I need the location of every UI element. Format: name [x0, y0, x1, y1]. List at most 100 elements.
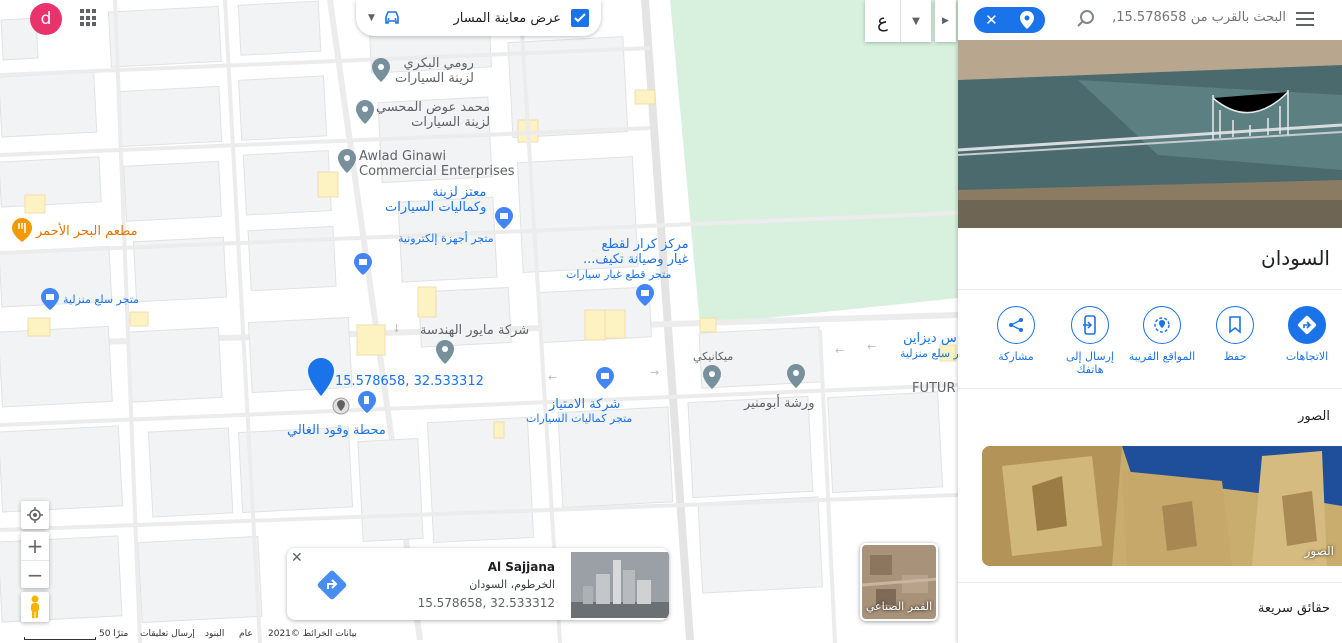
menu-icon[interactable] [1296, 12, 1314, 26]
map-streets [0, 0, 958, 643]
poi-pin-icon[interactable] [787, 364, 805, 388]
directions-button[interactable]: الاتجاهات [1270, 306, 1342, 363]
poi-label-mechanic[interactable]: ميكانيكي [693, 349, 733, 364]
place-name: السودان [1261, 246, 1330, 270]
search-chip[interactable]: ✕ [974, 7, 1045, 33]
shopping-bag-icon[interactable] [596, 367, 614, 389]
place-card-title[interactable]: Al Sajjana [488, 560, 555, 574]
place-marker-icon[interactable] [332, 397, 350, 415]
map-footer: 50 مترًا إرسال تعليقات البنود عام بيانات… [0, 627, 958, 643]
poi-pin-icon[interactable] [436, 340, 454, 364]
scale-label[interactable]: 50 مترًا [99, 629, 128, 639]
poi-pin-icon[interactable] [372, 58, 390, 82]
share-button[interactable]: مشاركة [979, 306, 1053, 363]
poi-label-mayor[interactable]: شركة مايور الهندسة [420, 323, 529, 338]
divider [958, 582, 1342, 583]
divider [958, 388, 1342, 389]
chevron-down-icon[interactable]: ▼ [368, 13, 375, 23]
restaurant-pin-icon[interactable] [12, 218, 32, 242]
language-switcher[interactable]: ع ▼ [865, 0, 931, 42]
save-label: حفظ [1223, 350, 1247, 363]
poi-pin-icon[interactable] [703, 365, 721, 389]
search-icon[interactable] [1076, 9, 1096, 29]
share-icon [1009, 318, 1023, 332]
nearby-icon [1154, 317, 1170, 333]
terms-link[interactable]: البنود [205, 629, 224, 639]
poi-category-dizain: متجر سلع منزلية [900, 347, 958, 360]
pegman-button[interactable] [21, 592, 49, 622]
poi-label-karar[interactable]: مركز كرار لقطع غيار وصيانة تكيف... [583, 237, 689, 267]
poi-label-line: وكماليات السيارات [385, 200, 487, 215]
send-feedback-link[interactable]: إرسال تعليقات [140, 629, 195, 639]
my-location-button[interactable] [21, 501, 49, 529]
dropped-pin-label[interactable]: 15.578658, 32.533312 [335, 374, 484, 389]
photo-thumbnail [982, 446, 1342, 566]
quick-facts-heading: حقائق سريعة [1257, 601, 1330, 616]
poi-label-line: مركز كرار لقطع [601, 237, 689, 252]
poi-label-fuel[interactable]: محطة وقود الغالي [287, 423, 386, 438]
dropped-pin-icon[interactable] [308, 358, 334, 396]
poi-label-line: محمد عوض المحسي [376, 100, 491, 115]
language-label[interactable]: ع [865, 0, 901, 42]
poi-label-abumneer[interactable]: ورشة أبومنير [744, 396, 814, 411]
directions-icon[interactable] [317, 570, 347, 600]
zoom-control: + − [21, 532, 49, 588]
nearby-label: المواقع القريبة [1128, 350, 1196, 363]
poi-label-rumi[interactable]: رومي البكري لزينة السيارات [395, 56, 474, 86]
apps-grid-icon[interactable] [80, 9, 98, 27]
checkbox-checked-icon[interactable] [571, 9, 589, 27]
poi-category-imtiaz: متجر كماليات السيارات [526, 412, 633, 425]
location-pin-icon[interactable] [1019, 11, 1034, 29]
poi-label-dizain[interactable]: س ديزاين [903, 331, 957, 346]
poi-label-line: Commercial Enterprises [359, 164, 515, 179]
poi-label-line: غيار وصيانة تكيف... [583, 252, 689, 267]
save-button[interactable]: حفظ [1198, 306, 1272, 363]
satellite-label: القمر الصناعي [865, 600, 933, 613]
shopping-bag-icon[interactable] [636, 284, 654, 306]
poi-label-imtiaz[interactable]: شركة الامتياز [549, 397, 620, 412]
zoom-out-button[interactable]: − [21, 560, 49, 588]
search-bar: ✕ [958, 0, 1342, 40]
poi-label-household[interactable]: متجر سلع منزلية [63, 293, 139, 306]
account-avatar[interactable]: d [30, 3, 62, 35]
route-preview-toggle[interactable]: عرض معاينة المسار ▼ [356, 0, 601, 36]
map-canvas[interactable]: ↓ ← → ← ← رومي البكري لزينة السيارات محمد… [0, 0, 958, 643]
oneway-arrow: ← [548, 371, 558, 384]
chevron-down-icon[interactable]: ▼ [901, 0, 931, 42]
poi-label-redsea[interactable]: مطعم البحر الأحمر [36, 224, 138, 239]
poi-label-motaz[interactable]: معتز لزينة وكماليات السيارات [385, 185, 486, 215]
close-icon[interactable]: ✕ [985, 11, 998, 29]
zoom-in-button[interactable]: + [21, 532, 49, 560]
poi-label-future[interactable]: FUTUR [912, 381, 955, 396]
send-to-phone-label: إرسال إلى هاتفك [1065, 350, 1114, 376]
side-panel: ✕ السودان [958, 0, 1342, 643]
share-label: مشاركة [998, 350, 1034, 363]
close-icon[interactable]: ✕ [291, 550, 303, 566]
route-preview-label: عرض معاينة المسار [453, 10, 561, 26]
place-card[interactable]: Al Sajjana الخرطوم، السودان 15.578658, 3… [287, 548, 669, 620]
send-to-phone-button[interactable]: إرسال إلى هاتفك [1053, 306, 1127, 376]
send-to-phone-icon [1083, 315, 1096, 335]
poi-label-line: لزينة السيارات [395, 71, 474, 86]
poi-pin-icon[interactable] [338, 149, 356, 173]
place-card-coords: 15.578658, 32.533312 [417, 596, 555, 610]
shopping-bag-icon[interactable] [41, 288, 59, 310]
public-link[interactable]: عام [239, 629, 253, 639]
poi-label-line: لزينة السيارات [411, 115, 491, 130]
shopping-bag-icon[interactable] [354, 253, 372, 275]
oneway-arrow: → [650, 366, 660, 379]
poi-pin-icon[interactable] [356, 100, 374, 124]
hero-image[interactable] [958, 40, 1342, 228]
poi-label-line: رومي البكري [403, 56, 474, 71]
poi-label-mohamed[interactable]: محمد عوض المحسي لزينة السيارات [376, 100, 490, 130]
gas-station-icon[interactable] [358, 391, 376, 413]
collapse-panel-button[interactable]: ▶ [935, 0, 956, 42]
nearby-button[interactable]: المواقع القريبة [1125, 306, 1199, 363]
photo-gallery[interactable]: الصور [982, 446, 1342, 566]
car-icon[interactable] [383, 11, 401, 25]
place-thumbnail[interactable] [571, 552, 669, 618]
search-input[interactable] [1111, 10, 1286, 25]
shopping-bag-icon[interactable] [495, 207, 513, 229]
satellite-layer-toggle[interactable]: القمر الصناعي [860, 543, 938, 621]
poi-label-awlad[interactable]: Awlad Ginawi Commercial Enterprises [359, 149, 515, 179]
